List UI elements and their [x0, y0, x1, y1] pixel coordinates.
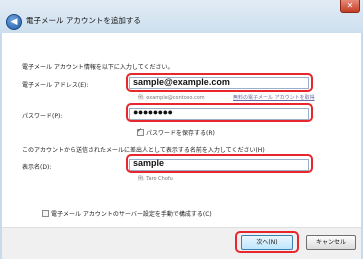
button-bar: 次へ(N) キャンセル [2, 227, 361, 259]
cancel-button[interactable]: キャンセル [306, 235, 356, 250]
manual-config-checkbox[interactable] [42, 210, 49, 217]
window-titlebar: ✕ ◀ 電子メール アカウントを追加する [0, 0, 363, 33]
checkmark-icon: ✓ [137, 127, 143, 134]
email-label: 電子メール アドレス(E): [22, 82, 89, 89]
remember-password-label: パスワードを保存する(R) [146, 130, 215, 137]
password-field-highlight [126, 103, 313, 122]
email-field-highlight [126, 73, 313, 92]
remember-password-checkbox[interactable]: ✓ [137, 127, 144, 136]
display-name-label: 表示名(D): [22, 164, 52, 171]
display-name-highlight [126, 154, 313, 173]
window-title: 電子メール アカウントを追加する [26, 16, 141, 25]
manual-config-label: 電子メール アカウントのサーバー設定を手動で構成する(C) [51, 211, 212, 218]
instructions-text: 電子メール アカウント情報を以下に入力してください。 [22, 64, 174, 71]
next-button-highlight [235, 231, 299, 253]
close-icon[interactable]: ✕ [340, 0, 360, 13]
password-label: パスワード(P): [22, 113, 63, 120]
back-arrow-icon[interactable]: ◀ [6, 14, 22, 30]
form-panel: 電子メール アカウント情報を以下に入力してください。 電子メール アドレス(E)… [2, 33, 361, 227]
get-email-account-link[interactable]: 無料の電子メール アカウントを取得 [233, 94, 315, 101]
display-name-intro: このアカウントから送信されたメールに差出人として表示する名前を入力してください(… [22, 147, 265, 154]
display-name-hint: 例: Taro Chofu [138, 176, 173, 182]
email-hint: 例: example@contoso.com [138, 95, 205, 101]
